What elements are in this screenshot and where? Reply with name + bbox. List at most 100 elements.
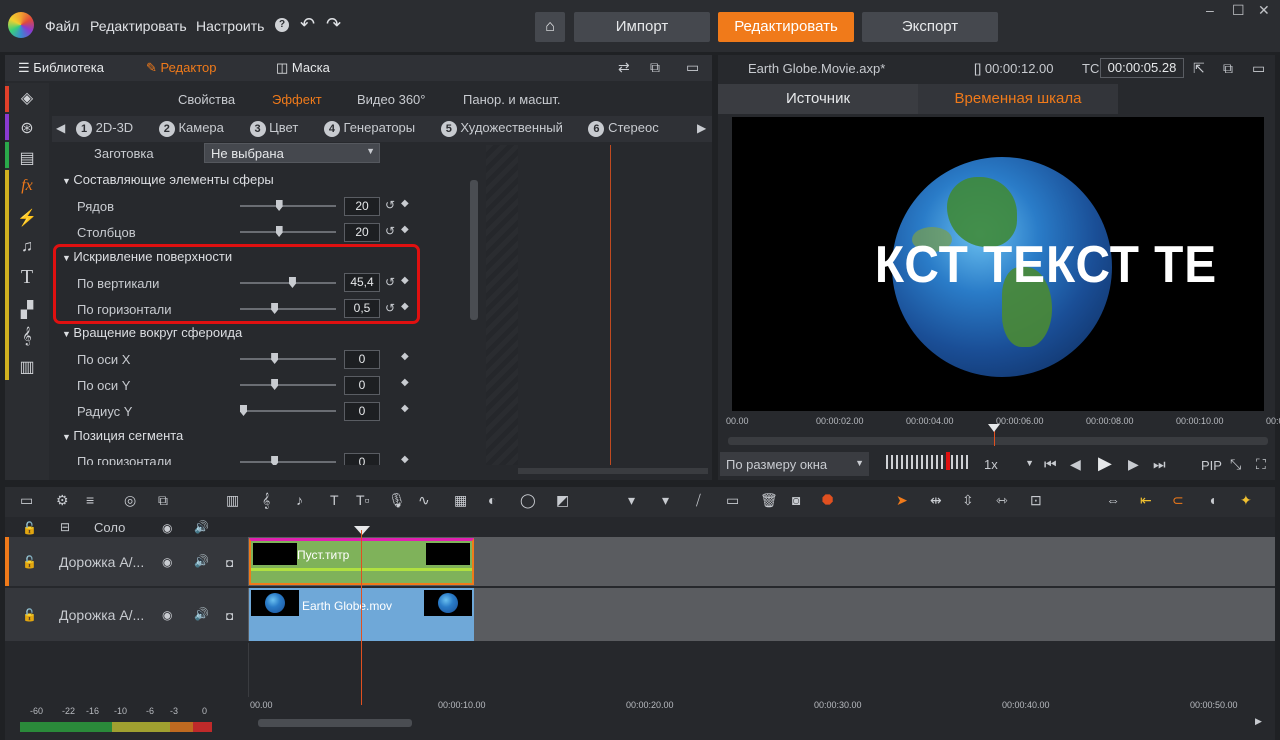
section-sphere[interactable]: ▼ Составляющие элементы сферы (62, 172, 274, 187)
horizontal-value[interactable]: 0,5 (344, 299, 380, 318)
audio-scrub-icon[interactable]: ◖ (1208, 492, 1216, 508)
video-viewport[interactable]: КСТ ТЕКСТ ТЕ (732, 117, 1264, 411)
lock-icon[interactable]: 🔓 (22, 521, 37, 535)
fx-icon[interactable]: fx (16, 177, 38, 195)
radius-y-slider[interactable] (240, 405, 336, 416)
step-forward-icon[interactable]: ▶ (1128, 456, 1139, 473)
camera-icon[interactable]: ◘ (226, 609, 233, 623)
fit-icon[interactable]: ⤡ (1230, 456, 1241, 473)
go-start-icon[interactable]: ⏮ (1044, 456, 1057, 473)
rows-value[interactable]: 20 (344, 197, 380, 216)
preview-scrubber[interactable] (728, 437, 1268, 445)
track-menu-icon[interactable]: ≡ (86, 492, 94, 508)
category-artistic[interactable]: 5 Художественный (440, 120, 563, 137)
storyboard-icon[interactable]: ▭ (726, 492, 739, 509)
reset-icon[interactable]: ↺ (385, 224, 395, 238)
keyframe-diamond-icon[interactable]: ◆ (401, 351, 409, 362)
music-icon[interactable]: ♫ (16, 238, 38, 256)
timeline-scrollbar[interactable] (258, 719, 412, 727)
layout-icon[interactable]: ▭ (1252, 60, 1265, 77)
magnet-icon[interactable]: ⊂ (1172, 492, 1184, 509)
category-generators[interactable]: 4 Генераторы (323, 120, 415, 137)
axis-x-slider[interactable] (240, 353, 336, 364)
step-back-icon[interactable]: ◀ (1070, 456, 1081, 473)
track-name[interactable]: Дорожка А/... (59, 554, 144, 570)
minimize-icon[interactable]: – (1206, 2, 1214, 18)
camera-icon[interactable]: ◘ (226, 556, 233, 570)
dynamic-length-icon[interactable]: ⊡ (1030, 492, 1042, 509)
zoom-select[interactable]: По размеру окна ▼ (720, 452, 869, 476)
subtab-video360[interactable]: Видео 360° (357, 92, 425, 107)
scroll-right-icon[interactable]: ▶ (1255, 716, 1262, 727)
section-warp[interactable]: ▼ Искривление поверхности (62, 249, 232, 264)
menu-file[interactable]: Файл (45, 18, 79, 34)
slide-icon[interactable]: ⇿ (996, 492, 1008, 509)
maximize-icon[interactable]: ☐ (1232, 2, 1245, 19)
close-icon[interactable]: ✕ (1258, 2, 1270, 19)
speaker-icon[interactable]: 🔊 (194, 554, 209, 568)
reset-icon[interactable]: ↺ (385, 301, 395, 315)
scroll-right-icon[interactable]: ▶ (697, 121, 706, 135)
track-name[interactable]: Дорожка А/... (59, 607, 144, 623)
timeline-playhead[interactable] (361, 530, 362, 705)
detach-icon[interactable]: ⧉ (1223, 60, 1233, 77)
solo-label[interactable]: Соло (94, 520, 125, 535)
keyframe-diamond-icon[interactable]: ◆ (401, 224, 409, 235)
layers-icon[interactable]: ◈ (16, 88, 38, 108)
magic-wand-icon[interactable]: ✦ (1240, 492, 1252, 509)
undo-icon[interactable]: ↶ (300, 14, 315, 35)
pointer-icon[interactable]: ➤ (896, 492, 908, 509)
keyframe-diamond-icon[interactable]: ◆ (401, 454, 409, 465)
export-icon[interactable]: ⧉ (158, 492, 168, 509)
stack-icon[interactable]: ▤ (16, 148, 38, 168)
subtitle-icon[interactable]: T▫ (356, 492, 370, 508)
vertical-slider[interactable] (240, 277, 336, 288)
params-scrollbar[interactable] (470, 180, 478, 320)
text-icon[interactable]: T (330, 492, 339, 508)
menu-settings[interactable]: Настроить (196, 18, 264, 34)
axis-y-value[interactable]: 0 (344, 376, 380, 395)
lock-icon[interactable]: 🔓 (22, 608, 37, 622)
tab-editor[interactable]: ✎ Редактор (146, 60, 216, 76)
slip-icon[interactable]: ⇳ (962, 492, 974, 509)
palette-icon[interactable]: ◐ (488, 492, 496, 508)
import-button[interactable]: Импорт (574, 12, 710, 42)
export-button[interactable]: Экспорт (862, 12, 998, 42)
keyframe-diamond-icon[interactable]: ◆ (401, 275, 409, 286)
section-rotate[interactable]: ▼ Вращение вокруг сфероида (62, 325, 242, 340)
snapshot-icon[interactable]: ◙ (792, 492, 800, 508)
horizontal-slider[interactable] (240, 303, 336, 314)
split-icon[interactable]: ⧸ (696, 492, 701, 509)
segment-horizontal-value[interactable]: 0 (344, 453, 380, 465)
home-button[interactable]: ⌂ (535, 12, 565, 42)
swap-icon[interactable]: ⇄ (618, 59, 630, 76)
tab-mask[interactable]: ◫ Маска (276, 60, 330, 76)
disc-icon[interactable]: ◎ (124, 492, 136, 509)
add-marker-icon[interactable]: ⯃ (822, 492, 833, 509)
category-2d3d[interactable]: 1 2D-3D (76, 120, 133, 137)
text-icon[interactable]: T (16, 266, 38, 289)
preset-select[interactable]: Не выбрана ▼ (204, 143, 380, 163)
treble-clef-icon[interactable]: 𝄞 (262, 492, 270, 509)
rows-slider[interactable] (240, 200, 336, 211)
keyframe-diamond-icon[interactable]: ◆ (401, 377, 409, 388)
transition-icon[interactable]: ⚡ (16, 208, 38, 228)
axis-y-slider[interactable] (240, 379, 336, 390)
subtab-effect[interactable]: Эффект (272, 92, 322, 107)
preview-ruler[interactable]: 00.00 00:00:02.00 00:00:04.00 00:00:06.00 00… (726, 414, 1280, 432)
axis-x-value[interactable]: 0 (344, 350, 380, 369)
tab-source[interactable]: Источник (718, 84, 918, 114)
section-segment[interactable]: ▼ Позиция сегмента (62, 428, 183, 443)
jog-shuttle[interactable] (886, 455, 968, 469)
marker-out-icon[interactable]: ▾ (662, 492, 669, 509)
audio-mixer-icon[interactable]: ▥ (226, 492, 239, 509)
cols-slider[interactable] (240, 226, 336, 237)
trim-mode-icon[interactable]: ⇤ (1140, 492, 1152, 509)
subtab-pan-zoom[interactable]: Панор. и масшт. (463, 92, 561, 107)
treble-clef-icon[interactable]: 𝄞 (16, 328, 38, 346)
fullscreen-icon[interactable]: ⛶ (1256, 456, 1266, 473)
category-camera[interactable]: 2 Камера (158, 120, 224, 137)
radius-y-value[interactable]: 0 (344, 402, 380, 421)
eye-icon[interactable]: ◉ (162, 608, 172, 622)
tab-library[interactable]: ☰ Библиотека (18, 60, 104, 76)
